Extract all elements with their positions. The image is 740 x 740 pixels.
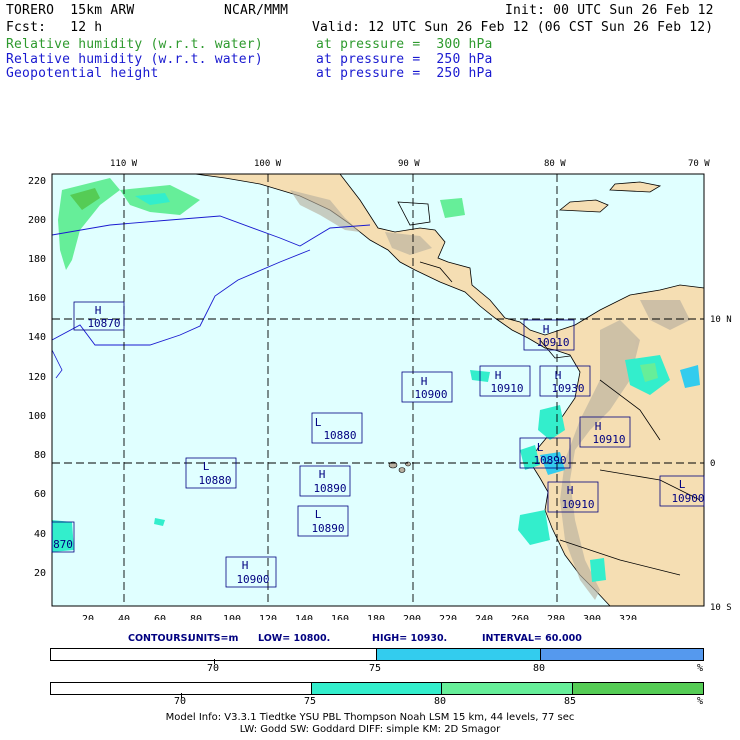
lon-label-80w: 80 W xyxy=(544,159,566,169)
lon-label-100w: 100 W xyxy=(254,159,282,169)
y-axis: 20 40 60 80 100 120 140 160 180 200 220 xyxy=(28,176,46,579)
contours-low: LOW= 10800. xyxy=(258,633,331,644)
pressure-type: H xyxy=(319,468,326,481)
pressure-value: 10890 xyxy=(533,454,566,467)
y-tick-80: 80 xyxy=(34,450,46,461)
weather-map: 110 W 100 W 90 W 80 W 70 W 20 40 60 80 1… xyxy=(28,159,732,620)
x-tick-120: 120 xyxy=(259,614,277,620)
colorbar-250-unit: % xyxy=(697,663,704,674)
colorbar-300-unit: % xyxy=(697,696,704,707)
pressure-type: L xyxy=(537,441,544,454)
pressure-type: H xyxy=(421,375,428,388)
colorbar-300-label-85: 85 xyxy=(564,696,577,707)
pressure-value: 10910 xyxy=(536,336,569,349)
lat-label-10s: 10 S xyxy=(710,603,732,613)
x-tick-180: 180 xyxy=(367,614,385,620)
pressure-value: 10880 xyxy=(198,474,231,487)
pressure-type: H xyxy=(595,420,602,433)
pressure-type: H xyxy=(567,484,574,497)
colorbar-250-label-70: 70 xyxy=(207,663,220,674)
lon-label-110w: 110 W xyxy=(110,159,138,169)
pressure-value: 870 xyxy=(53,538,73,551)
x-tick-320: 320 xyxy=(619,614,637,620)
lat-label-0: 0 xyxy=(710,459,715,469)
y-tick-140: 140 xyxy=(28,332,46,343)
colorbar-300hpa xyxy=(50,682,704,695)
pressure-value: 10900 xyxy=(236,573,269,586)
colorbar-250-segment-3 xyxy=(540,649,703,660)
y-tick-180: 180 xyxy=(28,254,46,265)
y-tick-20: 20 xyxy=(34,568,46,579)
pressure-type: L xyxy=(315,416,322,429)
colorbar-250hpa xyxy=(50,648,704,661)
x-tick-140: 140 xyxy=(295,614,313,620)
x-tick-160: 160 xyxy=(331,614,349,620)
pressure-value: 10910 xyxy=(561,498,594,511)
pressure-value: 10910 xyxy=(490,382,523,395)
model-info-line: Model Info: V3.3.1 Tiedtke YSU PBL Thomp… xyxy=(165,712,575,723)
pressure-type: H xyxy=(242,559,249,572)
colorbar-300-segment-3 xyxy=(442,683,574,694)
pressure-type: H xyxy=(95,304,102,317)
colorbar-300-label-75: 75 xyxy=(304,696,317,707)
y-tick-200: 200 xyxy=(28,215,46,226)
contours-interval: INTERVAL= 60.000 xyxy=(482,633,582,644)
y-tick-60: 60 xyxy=(34,489,46,500)
pressure-type: L xyxy=(315,508,322,521)
pressure-value: 10930 xyxy=(551,382,584,395)
x-tick-240: 240 xyxy=(475,614,493,620)
pressure-value: 10890 xyxy=(313,482,346,495)
x-tick-300: 300 xyxy=(583,614,601,620)
x-tick-80: 80 xyxy=(190,614,202,620)
x-tick-220: 220 xyxy=(439,614,457,620)
y-tick-160: 160 xyxy=(28,293,46,304)
x-tick-100: 100 xyxy=(223,614,241,620)
pressure-value: 10880 xyxy=(323,429,356,442)
pressure-value: 10900 xyxy=(414,388,447,401)
y-tick-120: 120 xyxy=(28,372,46,383)
y-tick-220: 220 xyxy=(28,176,46,187)
pressure-value: 10910 xyxy=(592,433,625,446)
colorbar-300-segment-4 xyxy=(573,683,703,694)
colorbar-300-label-80: 80 xyxy=(434,696,447,707)
pressure-value: 10890 xyxy=(311,522,344,535)
pressure-value: 10870 xyxy=(87,317,120,330)
pressure-type: H xyxy=(555,369,562,382)
y-tick-100: 100 xyxy=(28,411,46,422)
x-tick-20: 20 xyxy=(82,614,94,620)
pressure-value: 10900 xyxy=(671,492,704,505)
y-tick-40: 40 xyxy=(34,529,46,540)
x-tick-280: 280 xyxy=(547,614,565,620)
colorbar-300-label-70: 70 xyxy=(174,696,187,707)
colorbar-250-label-80: 80 xyxy=(533,663,546,674)
x-tick-60: 60 xyxy=(154,614,166,620)
model-physics-line: LW: Godd SW: Goddard DIFF: simple KM: 2D… xyxy=(239,724,501,735)
pressure-type: L xyxy=(679,478,686,491)
lon-label-70w: 70 W xyxy=(688,159,710,169)
x-tick-260: 260 xyxy=(511,614,529,620)
pressure-type: H xyxy=(495,369,502,382)
colorbar-250-segment-2 xyxy=(377,649,541,660)
lon-label-90w: 90 W xyxy=(398,159,420,169)
x-axis: 20 40 60 80 100 120 140 160 180 200 220 … xyxy=(82,614,637,620)
pressure-type: L xyxy=(203,460,210,473)
colorbar-250-label-75: 75 xyxy=(369,663,382,674)
lat-label-10n: 10 N xyxy=(710,315,732,325)
x-tick-200: 200 xyxy=(403,614,421,620)
x-tick-40: 40 xyxy=(118,614,130,620)
contours-label: CONTOURS: xyxy=(128,633,192,644)
pressure-type: H xyxy=(543,323,550,336)
contours-units: UNITS=m xyxy=(188,633,239,644)
colorbar-300-segment-2 xyxy=(311,683,443,694)
contours-high: HIGH= 10930. xyxy=(372,633,448,644)
